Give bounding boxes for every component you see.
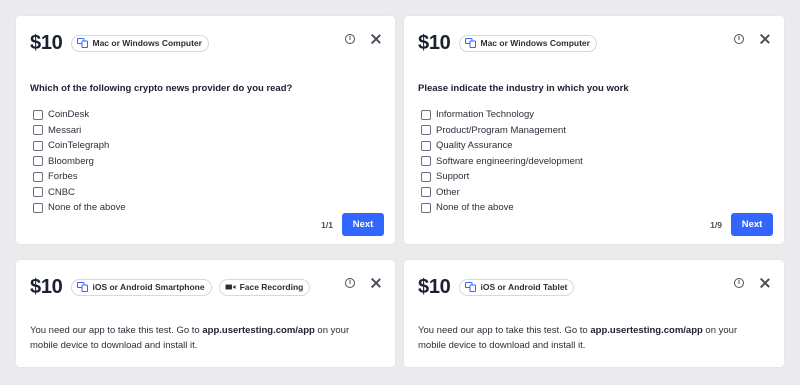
checkbox[interactable] bbox=[33, 187, 43, 198]
answer-option[interactable]: CNBC bbox=[33, 185, 126, 201]
device-chip: iOS or Android Tablet bbox=[459, 278, 575, 296]
answer-option[interactable]: Quality Assurance bbox=[421, 138, 583, 154]
answer-option[interactable]: CoinTelegraph bbox=[33, 138, 126, 154]
close-icon[interactable] bbox=[371, 34, 381, 44]
video-camera-icon bbox=[225, 284, 236, 290]
option-label: Quality Assurance bbox=[436, 140, 513, 152]
checkbox[interactable] bbox=[33, 140, 43, 151]
checkbox[interactable] bbox=[421, 125, 431, 136]
device-chip: iOS or Android Smartphone bbox=[71, 278, 212, 296]
devices-icon bbox=[465, 282, 477, 292]
test-card: $10 iOS or Android Smartphone Face Recor… bbox=[16, 260, 395, 367]
question-counter: 1/1 bbox=[321, 219, 333, 230]
app-required-message: You need our app to take this test. Go t… bbox=[418, 325, 738, 351]
card-header: $10 Mac or Windows Computer i bbox=[418, 31, 770, 55]
next-button[interactable]: Next bbox=[731, 213, 773, 236]
answer-option[interactable]: Support bbox=[421, 169, 583, 185]
chip-label: Mac or Windows Computer bbox=[92, 38, 202, 48]
answer-option[interactable]: Bloomberg bbox=[33, 154, 126, 170]
card-footer: 1/1 Next bbox=[321, 213, 384, 236]
option-label: Bloomberg bbox=[48, 155, 94, 167]
answer-option[interactable]: Forbes bbox=[33, 169, 126, 185]
chip-label: Mac or Windows Computer bbox=[480, 38, 590, 48]
checkbox[interactable] bbox=[33, 125, 43, 136]
checkbox[interactable] bbox=[421, 171, 431, 182]
answer-option[interactable]: Messari bbox=[33, 123, 126, 139]
card-header: $10 iOS or Android Smartphone Face Recor… bbox=[30, 275, 381, 299]
answer-option[interactable]: Information Technology bbox=[421, 107, 583, 123]
checkbox[interactable] bbox=[421, 140, 431, 151]
close-icon[interactable] bbox=[760, 278, 770, 288]
answer-options: CoinDesk Messari CoinTelegraph Bloomberg… bbox=[33, 107, 126, 216]
option-label: Other bbox=[436, 186, 460, 198]
screener-question: Which of the following crypto news provi… bbox=[30, 83, 293, 94]
answer-option[interactable]: None of the above bbox=[421, 200, 583, 216]
option-label: Product/Program Management bbox=[436, 124, 566, 136]
price: $10 bbox=[30, 32, 63, 54]
checkbox[interactable] bbox=[421, 187, 431, 198]
checkbox[interactable] bbox=[421, 202, 431, 213]
option-label: CNBC bbox=[48, 186, 75, 198]
chip-label: Face Recording bbox=[239, 282, 304, 292]
price: $10 bbox=[418, 276, 451, 298]
app-link[interactable]: app.usertesting.com/app bbox=[590, 325, 702, 336]
close-icon[interactable] bbox=[371, 278, 381, 288]
checkbox[interactable] bbox=[33, 156, 43, 167]
option-label: Forbes bbox=[48, 171, 78, 183]
test-card: $10 Mac or Windows Computer i Which of t… bbox=[16, 16, 395, 244]
info-icon[interactable]: i bbox=[734, 34, 744, 44]
chip-label: iOS or Android Smartphone bbox=[92, 282, 205, 292]
app-required-message: You need our app to take this test. Go t… bbox=[30, 325, 350, 351]
price: $10 bbox=[418, 32, 451, 54]
option-label: Messari bbox=[48, 124, 82, 136]
recording-chip: Face Recording bbox=[218, 278, 311, 296]
answer-option[interactable]: Other bbox=[421, 185, 583, 201]
answer-option[interactable]: CoinDesk bbox=[33, 107, 126, 123]
test-card: $10 iOS or Android Tablet i You need our… bbox=[404, 260, 784, 367]
option-label: Information Technology bbox=[436, 109, 535, 121]
card-header: $10 Mac or Windows Computer i bbox=[30, 31, 381, 55]
option-label: Support bbox=[436, 171, 470, 183]
close-icon[interactable] bbox=[760, 34, 770, 44]
chip-label: iOS or Android Tablet bbox=[480, 282, 568, 292]
answer-option[interactable]: Product/Program Management bbox=[421, 123, 583, 139]
option-label: CoinDesk bbox=[48, 109, 90, 121]
card-footer: 1/9 Next bbox=[710, 213, 773, 236]
info-icon[interactable]: i bbox=[345, 278, 355, 288]
next-button[interactable]: Next bbox=[342, 213, 384, 236]
checkbox[interactable] bbox=[33, 171, 43, 182]
option-label: Software engineering/development bbox=[436, 155, 583, 167]
card-header: $10 iOS or Android Tablet i bbox=[418, 275, 770, 299]
option-label: None of the above bbox=[436, 202, 514, 214]
devices-icon bbox=[77, 38, 89, 48]
answer-option[interactable]: Software engineering/development bbox=[421, 154, 583, 170]
devices-icon bbox=[465, 38, 477, 48]
test-card: $10 Mac or Windows Computer i Please ind… bbox=[404, 16, 784, 244]
option-label: CoinTelegraph bbox=[48, 140, 110, 152]
checkbox[interactable] bbox=[33, 109, 43, 120]
checkbox[interactable] bbox=[421, 156, 431, 167]
device-chip: Mac or Windows Computer bbox=[459, 34, 597, 52]
question-counter: 1/9 bbox=[710, 219, 722, 230]
app-link[interactable]: app.usertesting.com/app bbox=[202, 325, 314, 336]
checkbox[interactable] bbox=[421, 109, 431, 120]
info-icon[interactable]: i bbox=[734, 278, 744, 288]
checkbox[interactable] bbox=[33, 202, 43, 213]
answer-option[interactable]: None of the above bbox=[33, 200, 126, 216]
answer-options: Information Technology Product/Program M… bbox=[421, 107, 583, 216]
info-icon[interactable]: i bbox=[345, 34, 355, 44]
device-chip: Mac or Windows Computer bbox=[71, 34, 209, 52]
devices-icon bbox=[77, 282, 89, 292]
screener-question: Please indicate the industry in which yo… bbox=[418, 83, 629, 94]
option-label: None of the above bbox=[48, 202, 126, 214]
price: $10 bbox=[30, 276, 63, 298]
